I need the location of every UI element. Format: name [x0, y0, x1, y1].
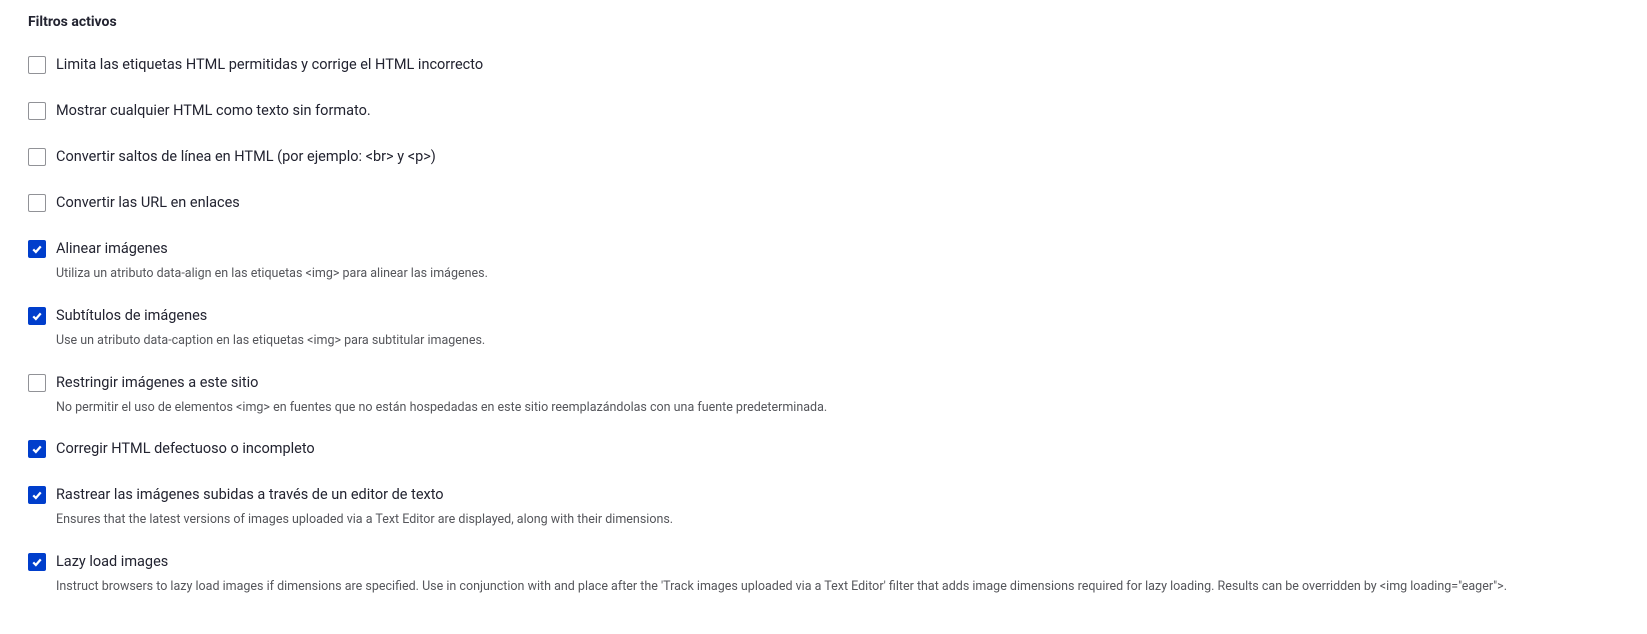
filter-content: Subtítulos de imágenes Use un atributo da…: [56, 306, 1619, 351]
checkbox-wrap: [28, 307, 46, 325]
filter-checkbox[interactable]: [28, 240, 46, 258]
filter-item: Mostrar cualquier HTML como texto sin fo…: [28, 101, 1619, 121]
check-icon: [31, 310, 43, 322]
check-icon: [31, 556, 43, 568]
filter-description: Ensures that the latest versions of imag…: [56, 511, 1619, 530]
filter-content: Mostrar cualquier HTML como texto sin fo…: [56, 101, 1619, 121]
checkbox-wrap: [28, 194, 46, 212]
filter-content: Corregir HTML defectuoso o incompleto: [56, 439, 1619, 459]
filter-content: Rastrear las imágenes subidas a través d…: [56, 485, 1619, 530]
filter-content: Lazy load images Instruct browsers to laz…: [56, 552, 1619, 597]
filter-checkbox[interactable]: [28, 148, 46, 166]
filter-item: Corregir HTML defectuoso o incompleto: [28, 439, 1619, 459]
filter-checkbox[interactable]: [28, 374, 46, 392]
filter-label[interactable]: Alinear imágenes: [56, 239, 1619, 259]
filter-item: Rastrear las imágenes subidas a través d…: [28, 485, 1619, 530]
checkbox-wrap: [28, 374, 46, 392]
filter-checkbox[interactable]: [28, 440, 46, 458]
filter-item: Convertir saltos de línea en HTML (por e…: [28, 147, 1619, 167]
filter-checkbox[interactable]: [28, 194, 46, 212]
filter-label[interactable]: Mostrar cualquier HTML como texto sin fo…: [56, 101, 1619, 121]
checkbox-wrap: [28, 148, 46, 166]
filter-label[interactable]: Convertir las URL en enlaces: [56, 193, 1619, 213]
filter-description: Use un atributo data-caption en las etiq…: [56, 332, 1619, 351]
filter-content: Alinear imágenes Utiliza un atributo data…: [56, 239, 1619, 284]
filter-item: Alinear imágenes Utiliza un atributo data…: [28, 239, 1619, 284]
filter-description: Instruct browsers to lazy load images if…: [56, 578, 1619, 597]
filter-checkbox[interactable]: [28, 553, 46, 571]
filter-label[interactable]: Subtítulos de imágenes: [56, 306, 1619, 326]
filter-label[interactable]: Corregir HTML defectuoso o incompleto: [56, 439, 1619, 459]
filters-section: Filtros activos Limita las etiquetas HTM…: [28, 12, 1619, 597]
filter-item: Convertir las URL en enlaces: [28, 193, 1619, 213]
filter-label[interactable]: Rastrear las imágenes subidas a través d…: [56, 485, 1619, 505]
check-icon: [31, 489, 43, 501]
checkbox-wrap: [28, 56, 46, 74]
filter-label[interactable]: Convertir saltos de línea en HTML (por e…: [56, 147, 1619, 167]
filter-content: Convertir saltos de línea en HTML (por e…: [56, 147, 1619, 167]
filter-checkbox[interactable]: [28, 102, 46, 120]
filter-label[interactable]: Restringir imágenes a este sitio: [56, 373, 1619, 393]
filter-content: Restringir imágenes a este sitio No permi…: [56, 373, 1619, 418]
filter-checkbox[interactable]: [28, 56, 46, 74]
filter-content: Limita las etiquetas HTML permitidas y c…: [56, 55, 1619, 75]
filter-item: Limita las etiquetas HTML permitidas y c…: [28, 55, 1619, 75]
filter-description: Utiliza un atributo data-align en las et…: [56, 265, 1619, 284]
filter-checkbox[interactable]: [28, 486, 46, 504]
checkbox-wrap: [28, 440, 46, 458]
filter-item: Lazy load images Instruct browsers to laz…: [28, 552, 1619, 597]
check-icon: [31, 243, 43, 255]
check-icon: [31, 443, 43, 455]
filter-checkbox[interactable]: [28, 307, 46, 325]
filter-item: Restringir imágenes a este sitio No permi…: [28, 373, 1619, 418]
filters-list: Limita las etiquetas HTML permitidas y c…: [28, 55, 1619, 597]
checkbox-wrap: [28, 240, 46, 258]
filter-label[interactable]: Limita las etiquetas HTML permitidas y c…: [56, 55, 1619, 75]
filter-item: Subtítulos de imágenes Use un atributo da…: [28, 306, 1619, 351]
checkbox-wrap: [28, 486, 46, 504]
filter-content: Convertir las URL en enlaces: [56, 193, 1619, 213]
section-title: Filtros activos: [28, 12, 1619, 33]
filter-description: No permitir el uso de elementos <img> en…: [56, 399, 1619, 418]
checkbox-wrap: [28, 102, 46, 120]
filter-label[interactable]: Lazy load images: [56, 552, 1619, 572]
checkbox-wrap: [28, 553, 46, 571]
